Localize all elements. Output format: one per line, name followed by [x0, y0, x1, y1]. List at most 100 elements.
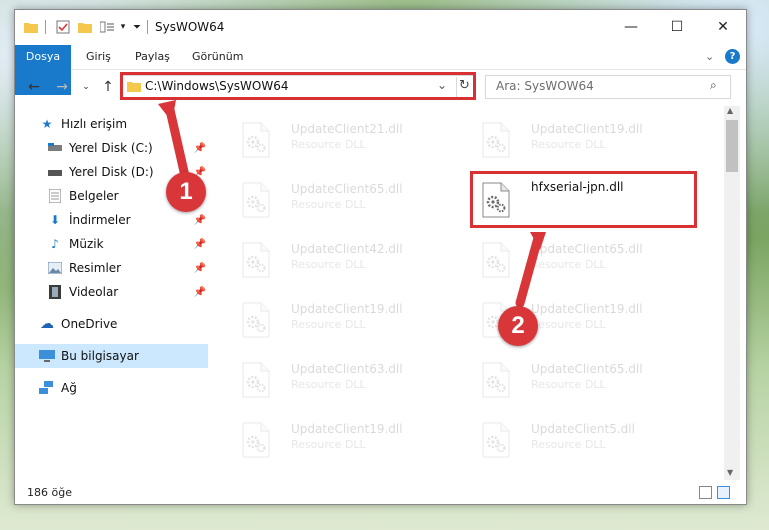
- ribbon-tabs: Dosya Giriş Paylaş Görünüm ⌄ ?: [15, 45, 746, 95]
- title-separator: [147, 20, 148, 34]
- drive-icon: [47, 164, 63, 180]
- quick-access-dropdown-icon[interactable]: ⏷: [129, 19, 145, 35]
- file-item[interactable]: UpdateClient5.dll Resource DLL: [475, 416, 700, 466]
- dll-file-icon: [241, 122, 271, 158]
- file-name: UpdateClient19.dll: [531, 122, 643, 136]
- new-folder-icon[interactable]: [77, 19, 93, 35]
- file-name: UpdateClient42.dll: [291, 242, 403, 256]
- back-arrow-icon[interactable]: ←: [25, 78, 43, 96]
- pictures-icon: [47, 260, 63, 276]
- up-arrow-icon[interactable]: ↑: [99, 78, 117, 96]
- nav-item-network[interactable]: Ağ: [39, 376, 234, 400]
- network-icon: [39, 380, 55, 396]
- dll-file-icon: [241, 242, 271, 278]
- cloud-icon: ☁: [40, 316, 54, 332]
- pin-icon[interactable]: 📌: [194, 287, 206, 298]
- download-icon: ⬇: [49, 213, 61, 227]
- file-item[interactable]: UpdateClient65.dll Resource DLL: [475, 236, 700, 286]
- recent-locations-icon[interactable]: ⌄: [77, 78, 95, 96]
- tab-giris[interactable]: Giriş: [86, 45, 111, 69]
- dll-file-icon: [481, 122, 511, 158]
- file-description: Resource DLL: [531, 258, 606, 271]
- nav-item-this-pc[interactable]: Bu bilgisayar: [15, 344, 208, 368]
- file-item[interactable]: UpdateClient19.dll Resource DLL: [475, 116, 700, 166]
- nav-item-disk-c[interactable]: Yerel Disk (C:) 📌: [47, 136, 210, 160]
- minimize-button[interactable]: —: [608, 10, 654, 43]
- file-description: Resource DLL: [291, 318, 366, 331]
- step-two-badge: 2: [498, 306, 538, 346]
- customize-toolbar-icon[interactable]: [99, 19, 115, 35]
- file-description: Resource DLL: [291, 138, 366, 151]
- file-name: UpdateClient65.dll: [531, 362, 643, 376]
- title-bar: ▾ ⏷ SysWOW64 — ☐ ✕: [15, 10, 746, 45]
- close-button[interactable]: ✕: [700, 10, 746, 43]
- file-name: UpdateClient5.dll: [531, 422, 635, 436]
- nav-label: Belgeler: [69, 189, 119, 203]
- computer-icon: [39, 348, 55, 364]
- scrollbar-thumb[interactable]: [726, 120, 738, 172]
- file-list: UpdateClient21.dll Resource DLL UpdateClie…: [225, 106, 725, 476]
- file-item[interactable]: UpdateClient65.dll Resource DLL: [475, 356, 700, 406]
- vertical-scrollbar[interactable]: ▲ ▼: [724, 106, 740, 480]
- file-name: UpdateClient21.dll: [291, 122, 403, 136]
- nav-item-quick-access[interactable]: ★ Hızlı erişim: [39, 112, 234, 136]
- nav-label: Bu bilgisayar: [61, 349, 139, 363]
- music-icon: ♪: [51, 237, 59, 251]
- window-title: SysWOW64: [155, 20, 225, 34]
- file-name: UpdateClient63.dll: [291, 362, 403, 376]
- file-item[interactable]: UpdateClient63.dll Resource DLL: [235, 356, 460, 406]
- file-description: Resource DLL: [291, 438, 366, 451]
- address-bar-highlight: [120, 72, 476, 100]
- dll-file-icon: [241, 182, 271, 218]
- nav-label: İndirmeler: [69, 213, 131, 227]
- pin-icon[interactable]: 📌: [194, 143, 206, 154]
- file-description: Resource DLL: [531, 438, 606, 451]
- file-item[interactable]: UpdateClient19.dll Resource DLL: [235, 296, 460, 346]
- search-icon[interactable]: ⌕: [710, 78, 717, 93]
- dll-file-icon: [241, 422, 271, 458]
- file-description: Resource DLL: [531, 138, 606, 151]
- pin-icon[interactable]: 📌: [194, 215, 206, 226]
- dll-file-icon: [481, 242, 511, 278]
- properties-icon[interactable]: [55, 19, 71, 35]
- file-item[interactable]: UpdateClient19.dll Resource DLL: [235, 416, 460, 466]
- nav-item-onedrive[interactable]: ☁ OneDrive: [39, 312, 234, 336]
- search-input[interactable]: Ara: SysWOW64 ⌕: [485, 75, 731, 99]
- nav-label: Hızlı erişim: [61, 117, 128, 131]
- dll-file-icon: [241, 302, 271, 338]
- scroll-down-icon[interactable]: ▼: [727, 468, 733, 477]
- nav-label: Müzik: [69, 237, 104, 251]
- nav-item-videos[interactable]: Videolar 📌: [47, 280, 210, 304]
- documents-icon: [47, 188, 63, 204]
- maximize-button[interactable]: ☐: [654, 10, 700, 43]
- nav-item-music[interactable]: ♪ Müzik 📌: [47, 232, 210, 256]
- file-item[interactable]: UpdateClient42.dll Resource DLL: [235, 236, 460, 286]
- nav-item-pictures[interactable]: Resimler 📌: [47, 256, 210, 280]
- details-view-icon[interactable]: [699, 486, 712, 499]
- file-name: UpdateClient65.dll: [291, 182, 403, 196]
- file-item[interactable]: UpdateClient65.dll Resource DLL: [235, 176, 460, 226]
- forward-arrow-icon[interactable]: →: [53, 78, 71, 96]
- nav-label: Yerel Disk (C:): [69, 141, 153, 155]
- dll-file-icon: [481, 362, 511, 398]
- tab-paylas[interactable]: Paylaş: [135, 45, 170, 69]
- pin-icon[interactable]: 📌: [194, 239, 206, 250]
- nav-label: Videolar: [69, 285, 119, 299]
- navigation-pane: ★ Hızlı erişim Yerel Disk (C:) 📌 Yerel D…: [15, 110, 210, 470]
- star-icon: ★: [41, 117, 53, 131]
- scroll-up-icon[interactable]: ▲: [727, 106, 733, 115]
- ribbon-expand-icon[interactable]: ⌄: [705, 45, 714, 69]
- item-count: 186 öğe: [27, 486, 72, 499]
- file-name: UpdateClient65.dll: [531, 242, 643, 256]
- target-file-highlight: [470, 171, 697, 228]
- large-icons-view-icon[interactable]: [717, 486, 730, 499]
- videos-icon: [47, 284, 63, 300]
- tab-gorunum[interactable]: Görünüm: [192, 45, 243, 69]
- file-item[interactable]: UpdateClient21.dll Resource DLL: [235, 116, 460, 166]
- help-icon[interactable]: ?: [725, 49, 740, 64]
- file-name: UpdateClient19.dll: [291, 422, 403, 436]
- pin-icon[interactable]: 📌: [194, 263, 206, 274]
- file-name: UpdateClient19.dll: [531, 302, 643, 316]
- dll-file-icon: [481, 422, 511, 458]
- file-name: UpdateClient19.dll: [291, 302, 403, 316]
